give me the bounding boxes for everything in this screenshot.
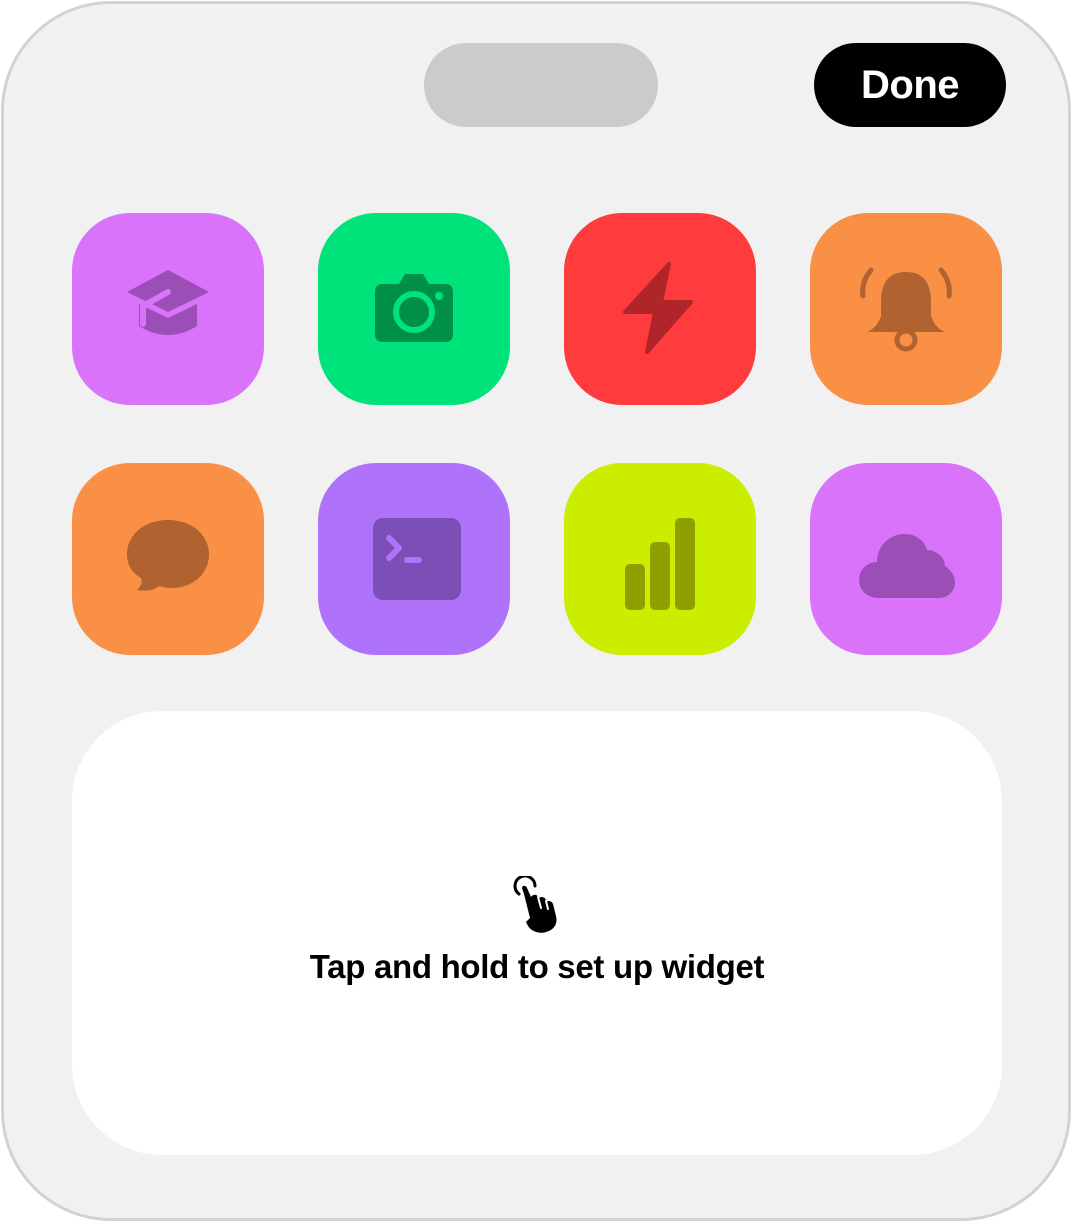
signal-bars-icon xyxy=(605,504,715,614)
app-icon-terminal[interactable] xyxy=(318,463,510,655)
app-icon-education[interactable] xyxy=(72,213,264,405)
tap-hand-icon xyxy=(508,876,564,936)
terminal-icon xyxy=(359,504,469,614)
app-icon-signal[interactable] xyxy=(564,463,756,655)
app-icon-weather[interactable] xyxy=(810,463,1002,655)
dynamic-island xyxy=(424,43,658,127)
app-icon-messages[interactable] xyxy=(72,463,264,655)
app-icon-camera[interactable] xyxy=(318,213,510,405)
done-button[interactable]: Done xyxy=(814,43,1006,127)
graduation-cap-icon xyxy=(113,254,223,364)
ringing-bell-icon xyxy=(851,254,961,364)
speech-bubble-icon xyxy=(113,504,223,614)
camera-icon xyxy=(359,254,469,364)
lightning-bolt-icon xyxy=(605,254,715,364)
app-icon-energy[interactable] xyxy=(564,213,756,405)
app-icon-alarm[interactable] xyxy=(810,213,1002,405)
cloud-icon xyxy=(851,504,961,614)
widget-setup-label: Tap and hold to set up widget xyxy=(309,948,765,985)
